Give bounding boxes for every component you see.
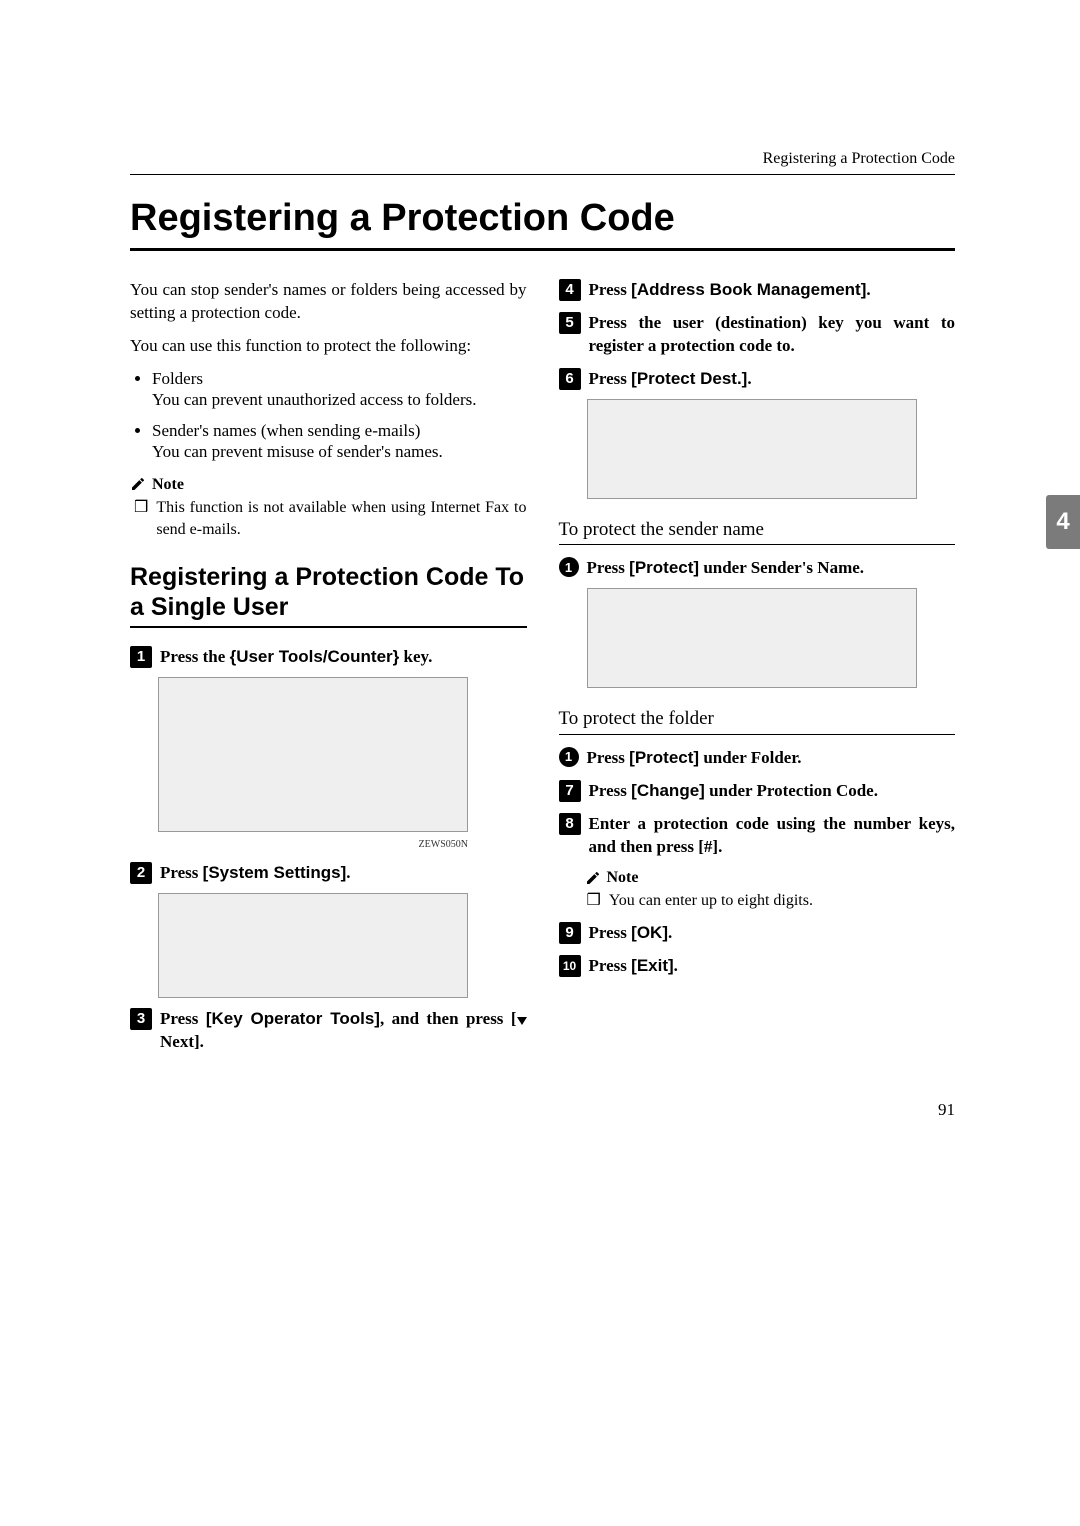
step-8: 8 Enter a protection code using the numb…	[559, 813, 956, 859]
step-4: 4 Press [Address Book Management].	[559, 279, 956, 302]
note-item-2: ❒ You can enter up to eight digits.	[587, 890, 956, 912]
right-column: 4 Press [Address Book Management]. 5 Pre…	[559, 279, 956, 1060]
step-3-number: 3	[130, 1008, 152, 1030]
figure-system-settings	[158, 893, 468, 998]
step-2-number: 2	[130, 862, 152, 884]
step-5: 5 Press the user (destination) key you w…	[559, 312, 956, 358]
step-5-number: 5	[559, 312, 581, 334]
substep-1-number: 1	[559, 557, 579, 577]
step-10-number: 10	[559, 955, 581, 977]
down-triangle-icon	[517, 1017, 527, 1025]
step-3: 3 Press [Key Operator Tools], and then p…	[130, 1008, 527, 1054]
figure-user-tools-counter	[158, 677, 468, 832]
step-6: 6 Press [Protect Dest.].	[559, 368, 956, 391]
step-10: 10 Press [Exit].	[559, 955, 956, 978]
figure-caption-1: ZEWS050N	[130, 838, 470, 852]
running-header: Registering a Protection Code	[130, 150, 955, 168]
pencil-icon	[585, 870, 601, 886]
bullet-senders: Sender's names (when sending e-mails)	[152, 421, 420, 440]
step-2: 2 Press [System Settings].	[130, 862, 527, 885]
pencil-icon	[130, 476, 146, 492]
bullet-folders-desc: You can prevent unauthorized access to f…	[152, 389, 527, 412]
subsection-sender-name: To protect the sender name	[559, 517, 956, 543]
step-1: 1 Press the User Tools/Counter key.	[130, 646, 527, 669]
intro-paragraph-1: You can stop sender's names or folders b…	[130, 279, 527, 325]
bullet-folders: Folders	[152, 369, 203, 388]
sub1-rule	[559, 544, 956, 545]
figure-protect-dest	[587, 399, 917, 499]
subhead-rule	[130, 626, 527, 628]
note-item-1: ❒ This function is not available when us…	[134, 497, 527, 540]
step-7: 7 Press [Change] under Protection Code.	[559, 780, 956, 803]
note-heading-2: Note	[585, 867, 956, 889]
bullet-senders-desc: You can prevent misuse of sender's names…	[152, 441, 527, 464]
substep-2: 1 Press [Protect] under Folder.	[559, 747, 956, 770]
step-7-number: 7	[559, 780, 581, 802]
title-rule	[130, 248, 955, 251]
protect-list: Folders You can prevent unauthorized acc…	[130, 368, 527, 464]
substep-2-number: 1	[559, 747, 579, 767]
substep-1: 1 Press [Protect] under Sender's Name.	[559, 557, 956, 580]
sub2-rule	[559, 734, 956, 735]
step-9: 9 Press [OK].	[559, 922, 956, 945]
step-6-number: 6	[559, 368, 581, 390]
header-rule	[130, 174, 955, 175]
page-title: Registering a Protection Code	[130, 197, 955, 240]
section-tab: 4	[1046, 495, 1080, 549]
step-9-number: 9	[559, 922, 581, 944]
intro-paragraph-2: You can use this function to protect the…	[130, 335, 527, 358]
figure-protect-sender	[587, 588, 917, 688]
step-4-number: 4	[559, 279, 581, 301]
step-8-number: 8	[559, 813, 581, 835]
note-heading: Note	[130, 474, 527, 496]
step-1-number: 1	[130, 646, 152, 668]
left-column: You can stop sender's names or folders b…	[130, 279, 527, 1060]
subsection-folder: To protect the folder	[559, 706, 956, 732]
section-subhead: Registering a Protection Code To a Singl…	[130, 562, 527, 622]
page-number: 91	[130, 1100, 955, 1120]
